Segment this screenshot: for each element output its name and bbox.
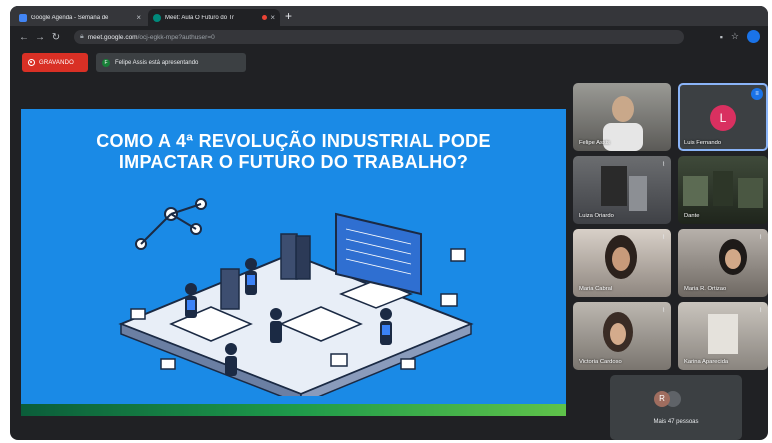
participant-name: Victoria Cardoso xyxy=(579,359,622,365)
url-host: meet.google.com xyxy=(87,33,138,41)
browser-toolbar: ← → ↻ 🔒︎ meet.google.com /ocj-egkk-mpe?a… xyxy=(10,26,768,48)
mic-off-icon: ⌇ xyxy=(759,308,762,314)
profile-avatar[interactable] xyxy=(747,30,760,43)
recording-dot-icon xyxy=(262,15,268,20)
tab-google-agenda[interactable]: Google Agenda - Semana de × xyxy=(14,9,146,26)
slide-title-line-1: COMO A 4ª REVOLUÇÃO INDUSTRIAL PODE xyxy=(96,131,491,151)
mic-off-icon: ⌇ xyxy=(662,235,665,241)
presenting-text: Felipe Assis está apresentando xyxy=(115,59,199,66)
record-icon xyxy=(28,59,35,66)
speaking-indicator-icon: ≡ xyxy=(751,88,763,100)
avatar: L xyxy=(710,104,736,131)
browser-window: Google Agenda - Semana de × Meet: Aula O… xyxy=(10,6,768,440)
toolbar-actions: ▪ ☆ xyxy=(720,30,760,43)
back-arrow-icon[interactable]: ← xyxy=(16,32,32,43)
bookmark-star-icon[interactable]: ☆ xyxy=(731,31,739,42)
more-participants-label: Mais 47 pessoas xyxy=(653,419,699,425)
close-icon[interactable]: × xyxy=(136,13,141,22)
participant-tile-speaking[interactable]: L ≡ Luis Fernando xyxy=(678,83,768,151)
participant-tile[interactable]: ⌇ Maria R. Ortizao xyxy=(678,229,768,297)
shared-presentation: COMO A 4ª REVOLUÇÃO INDUSTRIAL PODE IMPA… xyxy=(21,109,566,416)
mic-off-icon: ⌇ xyxy=(759,235,762,241)
meet-icon xyxy=(153,13,161,22)
mic-off-icon: ⌇ xyxy=(662,162,665,168)
slide-footer-bar xyxy=(21,404,566,416)
participant-name: Luis Fernando xyxy=(684,140,722,146)
recording-label: GRAVANDO xyxy=(39,59,75,66)
tab-title: Google Agenda - Semana de xyxy=(31,14,109,21)
industry-illustration xyxy=(118,198,474,396)
recording-badge[interactable]: GRAVANDO xyxy=(22,53,88,72)
address-bar[interactable]: 🔒︎ meet.google.com /ocj-egkk-mpe?authuse… xyxy=(74,30,684,44)
participant-tile[interactable]: ⌇ Maria Cabral xyxy=(573,229,671,297)
participant-tile[interactable]: Felipe Assis xyxy=(573,83,671,151)
calendar-icon xyxy=(19,13,27,22)
slide-title-line-2: IMPACTAR O FUTURO DO TRABALHO? xyxy=(118,152,469,172)
participant-name: Karina Aparecida xyxy=(684,359,729,365)
tab-title: Meet: Aula O Futuro do Tr xyxy=(165,14,235,21)
more-participants-tile[interactable]: R Mais 47 pessoas xyxy=(610,375,742,440)
participant-name: Maria Cabral xyxy=(579,286,613,292)
forward-arrow-icon[interactable]: → xyxy=(32,32,48,43)
participant-tile[interactable]: Dante xyxy=(678,156,768,224)
close-icon[interactable]: × xyxy=(270,13,275,22)
participant-name: Felipe Assis xyxy=(579,140,610,146)
new-tab-button[interactable]: + xyxy=(285,9,292,23)
url-path: /ocj-egkk-mpe?authuser=0 xyxy=(137,33,215,41)
meet-top-bar: GRAVANDO F Felipe Assis está apresentand… xyxy=(10,48,768,78)
reload-icon[interactable]: ↻ xyxy=(48,32,64,43)
mic-off-icon: ⌇ xyxy=(662,308,665,314)
participant-tile[interactable]: ⌇ Karina Aparecida xyxy=(678,302,768,370)
tab-meet[interactable]: Meet: Aula O Futuro do Tr × xyxy=(148,9,280,26)
presenting-banner: F Felipe Assis está apresentando xyxy=(96,53,246,72)
avatar: R xyxy=(654,391,670,407)
participant-tile[interactable]: ⌇ Luiza Oriardo xyxy=(573,156,671,224)
participant-name: Maria R. Ortizao xyxy=(684,286,727,292)
slide-title: COMO A 4ª REVOLUÇÃO INDUSTRIAL PODE IMPA… xyxy=(21,131,566,173)
camera-icon[interactable]: ▪ xyxy=(720,32,723,42)
participant-name: Dante xyxy=(684,213,700,219)
lock-icon: 🔒︎ xyxy=(80,33,84,40)
tab-strip: Google Agenda - Semana de × Meet: Aula O… xyxy=(10,6,768,26)
presenter-avatar: F xyxy=(102,58,110,67)
participant-tile[interactable]: ⌇ Victoria Cardoso xyxy=(573,302,671,370)
participant-name: Luiza Oriardo xyxy=(579,213,614,219)
